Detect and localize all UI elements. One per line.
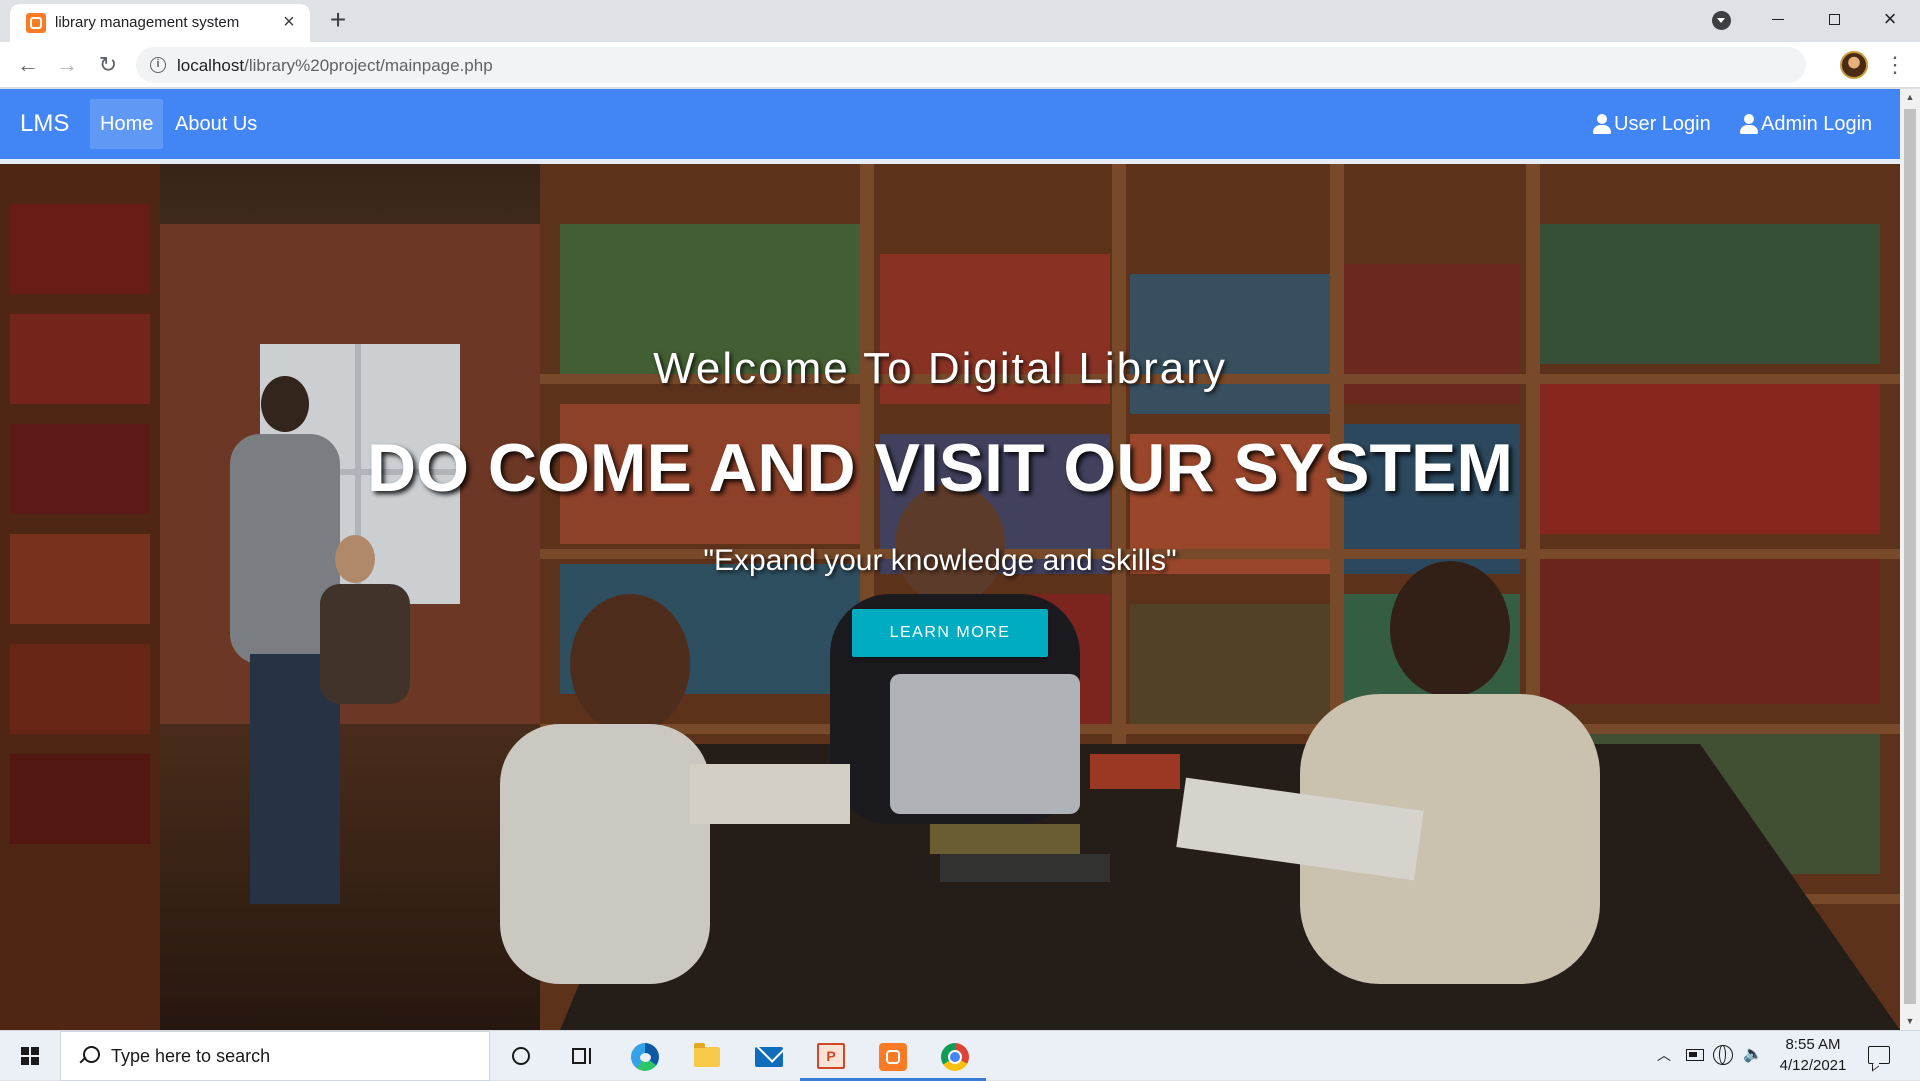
xampp-icon xyxy=(879,1043,907,1071)
url-host: localhost xyxy=(177,56,245,75)
nav-about-us[interactable]: About Us xyxy=(165,99,267,149)
mail-app-button[interactable] xyxy=(738,1031,800,1081)
site-info-icon[interactable]: i xyxy=(150,57,166,73)
back-arrow-icon[interactable]: ← xyxy=(14,51,42,79)
page-scrollbar[interactable]: ▲ ▼ xyxy=(1900,89,1920,1030)
minimize-icon xyxy=(1772,19,1784,21)
scroll-up-arrow-icon[interactable]: ▲ xyxy=(1900,89,1920,106)
taskbar-search[interactable]: Type here to search xyxy=(60,1031,490,1081)
admin-login-label: Admin Login xyxy=(1761,113,1873,135)
xampp-icon xyxy=(26,13,46,33)
user-login-label: User Login xyxy=(1614,113,1711,135)
hero-subtitle: Welcome To Digital Library xyxy=(653,344,1227,393)
cortana-button[interactable] xyxy=(490,1031,552,1081)
edge-icon xyxy=(631,1043,659,1071)
new-tab-button[interactable]: + xyxy=(323,6,353,36)
url-text[interactable]: localhost/library%20project/mainpage.php xyxy=(177,56,493,76)
chrome-icon xyxy=(941,1043,969,1071)
clock-time: 8:55 AM xyxy=(1785,1036,1841,1053)
network-globe-icon[interactable] xyxy=(1713,1045,1733,1065)
learn-more-button[interactable]: LEARN MORE xyxy=(852,609,1048,657)
clock-date: 4/12/2021 xyxy=(1779,1057,1847,1074)
xampp-app-button[interactable] xyxy=(862,1031,924,1081)
taskbar-search-placeholder: Type here to search xyxy=(111,1046,271,1066)
scroll-down-arrow-icon[interactable]: ▼ xyxy=(1900,1013,1920,1030)
page-viewport: LMS Home About Us User Login Admin Login xyxy=(0,89,1900,1030)
file-explorer-button[interactable] xyxy=(676,1031,738,1081)
close-window-button[interactable]: × xyxy=(1862,0,1918,38)
cortana-icon xyxy=(512,1047,530,1065)
restore-icon xyxy=(1828,14,1840,26)
task-view-button[interactable] xyxy=(552,1031,614,1081)
battery-icon[interactable] xyxy=(1686,1049,1704,1061)
nav-admin-login[interactable]: Admin Login xyxy=(1730,99,1882,149)
minimize-button[interactable] xyxy=(1750,0,1806,38)
brand-logo[interactable]: LMS xyxy=(20,110,69,138)
user-icon xyxy=(1593,114,1611,134)
hero-title: DO COME AND VISIT OUR SYSTEM xyxy=(366,430,1513,506)
user-icon xyxy=(1740,114,1758,134)
windows-taskbar: Type here to search P ︿ 🔈 8:55 AM 4/12/2… xyxy=(0,1030,1920,1081)
scroll-thumb[interactable] xyxy=(1904,109,1916,1004)
show-hidden-icons-chevron-icon[interactable]: ︿ xyxy=(1654,1045,1674,1065)
browser-tabstrip: library management system × + × xyxy=(0,0,1920,42)
volume-icon[interactable]: 🔈 xyxy=(1743,1045,1765,1065)
taskbar-clock[interactable]: 8:55 AM 4/12/2021 xyxy=(1768,1034,1858,1076)
browser-toolbar: ← → ↻ i localhost/library%20project/main… xyxy=(0,42,1920,88)
browser-tab[interactable]: library management system × xyxy=(10,4,310,42)
restore-button[interactable] xyxy=(1806,0,1862,38)
edge-app-button[interactable] xyxy=(614,1031,676,1081)
address-bar[interactable]: i localhost/library%20project/mainpage.p… xyxy=(136,47,1806,83)
notification-center-icon[interactable] xyxy=(1868,1046,1890,1064)
hero-quote: "Expand your knowledge and skills" xyxy=(703,544,1177,577)
windows-logo-icon xyxy=(21,1047,39,1065)
task-view-icon xyxy=(572,1048,586,1064)
forward-arrow-icon[interactable]: → xyxy=(53,51,81,79)
site-navbar: LMS Home About Us User Login Admin Login xyxy=(0,89,1900,159)
search-icon xyxy=(77,1045,100,1067)
folder-icon xyxy=(694,1043,720,1067)
nav-user-login[interactable]: User Login xyxy=(1583,99,1721,149)
mail-icon xyxy=(755,1047,783,1067)
powerpoint-app-button[interactable]: P xyxy=(800,1031,862,1081)
tab-title: library management system xyxy=(55,14,240,31)
url-path: /library%20project/mainpage.php xyxy=(244,56,493,75)
chrome-app-button[interactable] xyxy=(924,1031,986,1081)
start-button[interactable] xyxy=(0,1031,60,1081)
hero-overlay xyxy=(0,164,1900,1030)
close-tab-icon[interactable]: × xyxy=(278,11,300,33)
tab-search-icon[interactable] xyxy=(1712,11,1731,30)
powerpoint-icon: P xyxy=(817,1043,845,1069)
hero-section: Welcome To Digital Library DO COME AND V… xyxy=(0,164,1900,1030)
nav-home[interactable]: Home xyxy=(90,99,164,149)
reload-icon[interactable]: ↻ xyxy=(94,51,122,79)
profile-avatar[interactable] xyxy=(1840,51,1868,79)
kebab-menu-icon[interactable]: ⋮ xyxy=(1884,51,1906,79)
